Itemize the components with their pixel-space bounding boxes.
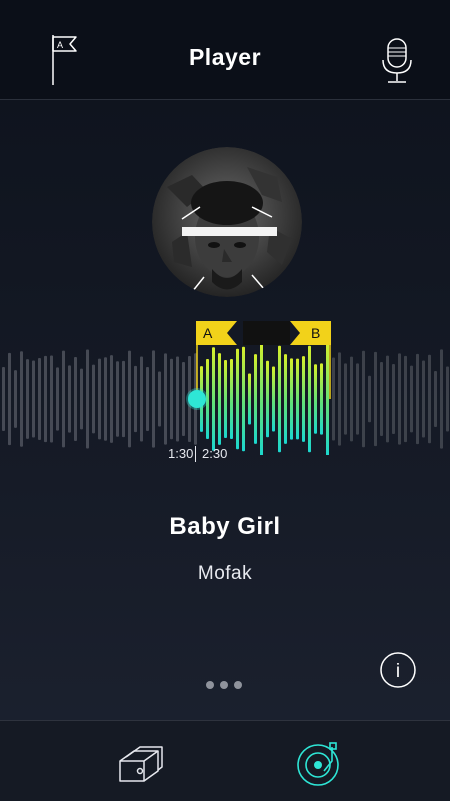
loop-a-label: A [203,325,213,341]
loop-a-marker[interactable]: A [196,321,237,345]
page-dot[interactable] [206,681,214,689]
page-indicator [206,681,246,691]
player-screen: A Player A B 1:30 2:30 Baby Girl Mofak i [0,0,450,801]
info-button[interactable]: i [380,652,416,688]
turntable-icon[interactable] [294,741,350,787]
current-time: 1:30 [168,446,194,461]
track-artist: Mofak [197,563,253,584]
loop-b-label: B [311,325,320,341]
time-display: 1:30 2:30 [0,446,450,464]
microphone-icon[interactable] [372,30,422,90]
track-title: Baby Girl [169,513,281,540]
total-time: 2:30 [202,446,228,461]
playhead[interactable] [188,390,206,408]
page-dot[interactable] [234,681,242,689]
cards-icon[interactable] [112,741,168,787]
waveform[interactable]: A B [0,315,450,455]
loop-b-marker[interactable]: B [290,321,331,345]
loop-region [243,321,290,345]
tab-bar [0,720,450,801]
page-dot[interactable] [220,681,228,689]
info-icon: i [396,661,400,682]
header-bar: A Player [0,0,450,100]
time-separator [195,446,196,462]
album-cover [152,147,302,297]
